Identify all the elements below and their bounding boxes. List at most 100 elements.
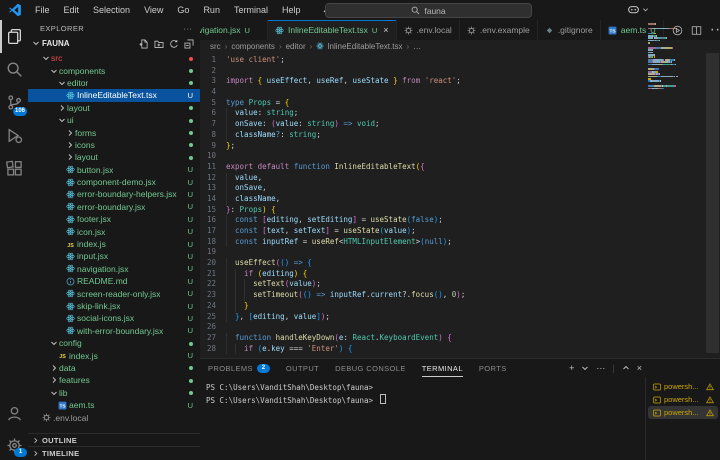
extensions-icon	[5, 160, 22, 176]
tree-item[interactable]: data	[28, 362, 200, 374]
terminal-list-item[interactable]: powersh...	[648, 406, 718, 419]
explorer-more-actions-button[interactable]: ···	[183, 24, 192, 33]
tree-item[interactable]: error-boundary-helpers.jsx U	[28, 188, 200, 200]
settings-button[interactable]: 1	[0, 430, 28, 460]
panel-more-actions-button[interactable]: ···	[596, 363, 605, 373]
tree-item[interactable]: editor	[28, 77, 200, 89]
tree-item[interactable]: lib	[28, 387, 200, 399]
new-folder-icon[interactable]	[154, 39, 164, 49]
panel-tab-problems[interactable]: PROBLEMS 2	[208, 359, 270, 377]
terminal-output[interactable]: PS C:\Users\VanditShah\Desktop\fauna> PS …	[206, 381, 640, 407]
tree-item[interactable]: layout	[28, 151, 200, 163]
terminal-list-item[interactable]: powersh...	[648, 393, 718, 406]
menu-terminal[interactable]: Terminal	[227, 2, 275, 18]
tree-item[interactable]: ui	[28, 114, 200, 126]
code-line: 7 onSave: (value: string) => void;	[200, 119, 720, 130]
tree-item[interactable]: input.jsx U	[28, 250, 200, 262]
tree-item[interactable]: InlineEditableText.tsx U	[28, 89, 200, 102]
tree-item[interactable]: components	[28, 64, 200, 76]
terminal-prompt-line: PS C:\Users\VanditShah\Desktop\fauna>	[206, 383, 374, 392]
panel-tab-output[interactable]: OUTPUT	[286, 359, 319, 377]
tree-item[interactable]: TS aem.ts U	[28, 399, 200, 411]
breadcrumb-item[interactable]: editor	[286, 42, 306, 51]
menu-selection[interactable]: Selection	[86, 2, 137, 18]
tree-item[interactable]: README.md U	[28, 275, 200, 287]
terminal-profile-chevron-icon[interactable]	[581, 364, 589, 372]
line-number: 20	[206, 258, 216, 268]
tree-item[interactable]: JS index.js U	[28, 238, 200, 250]
panel-tab-terminal[interactable]: TERMINAL	[422, 359, 463, 377]
editor-tab[interactable]: .gitignore	[537, 20, 601, 40]
account-button[interactable]	[0, 397, 28, 430]
editor-tab[interactable]: InlineEditableText.tsx U ×	[268, 20, 397, 41]
tree-item[interactable]: with-error-boundary.jsx U	[28, 325, 200, 337]
tree-item[interactable]: component-demo.jsx U	[28, 176, 200, 188]
minimap[interactable]	[647, 23, 699, 90]
tree-item[interactable]: src	[28, 52, 200, 64]
tree-item[interactable]: navigation.jsx U	[28, 263, 200, 275]
code-editor[interactable]: 1'use client'; 2 3 import { useEffect, useR…	[200, 53, 720, 358]
tree-item[interactable]: button.jsx U	[28, 164, 200, 176]
workspace-root-row[interactable]: FAUNA	[28, 36, 200, 51]
menu-go[interactable]: Go	[170, 2, 196, 18]
menu-edit[interactable]: Edit	[57, 2, 87, 18]
new-terminal-button[interactable]: +	[569, 363, 574, 373]
editor-tab[interactable]: .env.local	[396, 20, 460, 40]
code-line: 23 setTimeout(() => inputRef.current?.fo…	[200, 290, 720, 301]
tree-item[interactable]: layout	[28, 102, 200, 114]
outline-section-header[interactable]: OUTLINE	[28, 433, 200, 447]
terminal-list-item[interactable]: powersh...	[648, 380, 718, 393]
copilot-icon	[628, 6, 639, 14]
panel-tab-debug-console[interactable]: DEBUG CONSOLE	[335, 359, 406, 377]
tree-item[interactable]: config	[28, 337, 200, 349]
tree-item[interactable]: .env.local	[28, 411, 200, 423]
activity-extensions-button[interactable]	[0, 152, 28, 185]
close-panel-button[interactable]: ×	[637, 363, 642, 373]
editor-tab[interactable]: navigation.jsxU	[200, 20, 268, 40]
activity-explorer-button[interactable]	[0, 20, 28, 53]
menu-help[interactable]: Help	[275, 2, 308, 18]
divider: |	[612, 363, 615, 373]
menu-view[interactable]: View	[137, 2, 170, 18]
tree-item[interactable]: JS index.js U	[28, 349, 200, 361]
close-icon[interactable]: ×	[383, 25, 388, 35]
tree-item[interactable]: social-icons.jsx U	[28, 312, 200, 324]
react-icon	[66, 178, 77, 187]
editor-tab[interactable]: .env.example	[459, 20, 538, 40]
activity-source-control-button[interactable]: 106	[0, 86, 28, 119]
terminal-icon	[653, 396, 661, 404]
gear-icon	[404, 26, 413, 35]
menu-run[interactable]: Run	[196, 2, 227, 18]
tree-item[interactable]: icon.jsx U	[28, 225, 200, 237]
editor-scrollbar[interactable]	[706, 53, 719, 353]
breadcrumb-item[interactable]: …	[413, 42, 421, 51]
timeline-section-header[interactable]: TIMELINE	[28, 446, 200, 460]
maximize-panel-icon[interactable]	[622, 364, 630, 372]
tree-item[interactable]: icons	[28, 139, 200, 151]
copilot-menu-button[interactable]	[627, 2, 649, 17]
breadcrumb-item[interactable]: components	[231, 42, 275, 51]
refresh-icon[interactable]	[169, 39, 179, 49]
tab-more-actions-button[interactable]: ···	[710, 21, 720, 39]
breadcrumb-item[interactable]: InlineEditableText.tsx	[316, 42, 402, 51]
tree-item[interactable]: error-boundary.jsx U	[28, 201, 200, 213]
breadcrumb-separator-icon: ›	[224, 42, 228, 51]
breadcrumb[interactable]: src › components › editor › InlineEditableText…	[200, 40, 720, 53]
tree-item[interactable]: screen-reader-only.jsx U	[28, 287, 200, 299]
tree-item[interactable]: footer.jsx U	[28, 213, 200, 225]
tree-item-label: features	[59, 375, 90, 386]
activity-run-debug-button[interactable]	[0, 119, 28, 152]
git-untracked-badge: U	[371, 25, 378, 35]
breadcrumb-item[interactable]: src	[210, 42, 221, 51]
collapse-all-icon[interactable]	[184, 39, 194, 49]
tree-item[interactable]: skip-link.jsx U	[28, 300, 200, 312]
new-file-icon[interactable]	[139, 39, 149, 49]
tree-item[interactable]: forms	[28, 126, 200, 138]
account-icon	[7, 407, 21, 421]
command-center-search[interactable]: fauna	[325, 3, 532, 18]
tree-item[interactable]: features	[28, 374, 200, 386]
panel-tab-ports[interactable]: PORTS	[479, 359, 507, 377]
activity-search-button[interactable]	[0, 53, 28, 86]
code-line: 25 }, [editing, value]);	[200, 311, 720, 323]
menu-file[interactable]: File	[28, 2, 57, 18]
